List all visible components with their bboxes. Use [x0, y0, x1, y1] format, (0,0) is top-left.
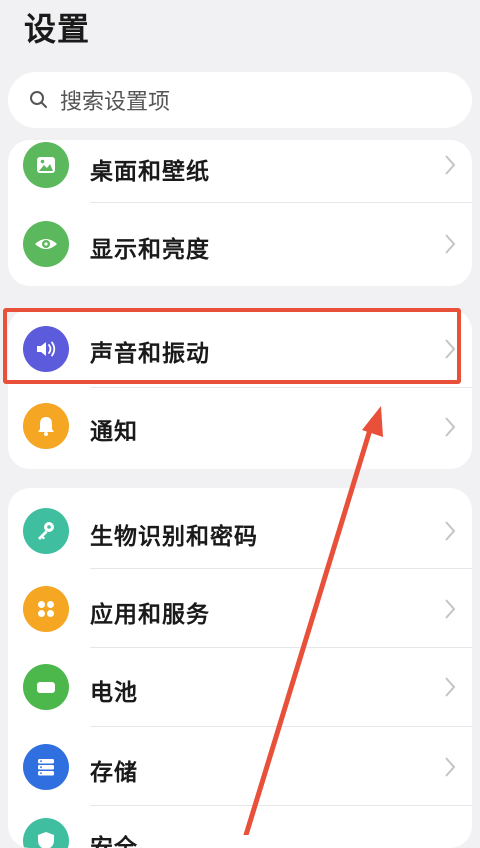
- annotation-arrow: [243, 406, 383, 835]
